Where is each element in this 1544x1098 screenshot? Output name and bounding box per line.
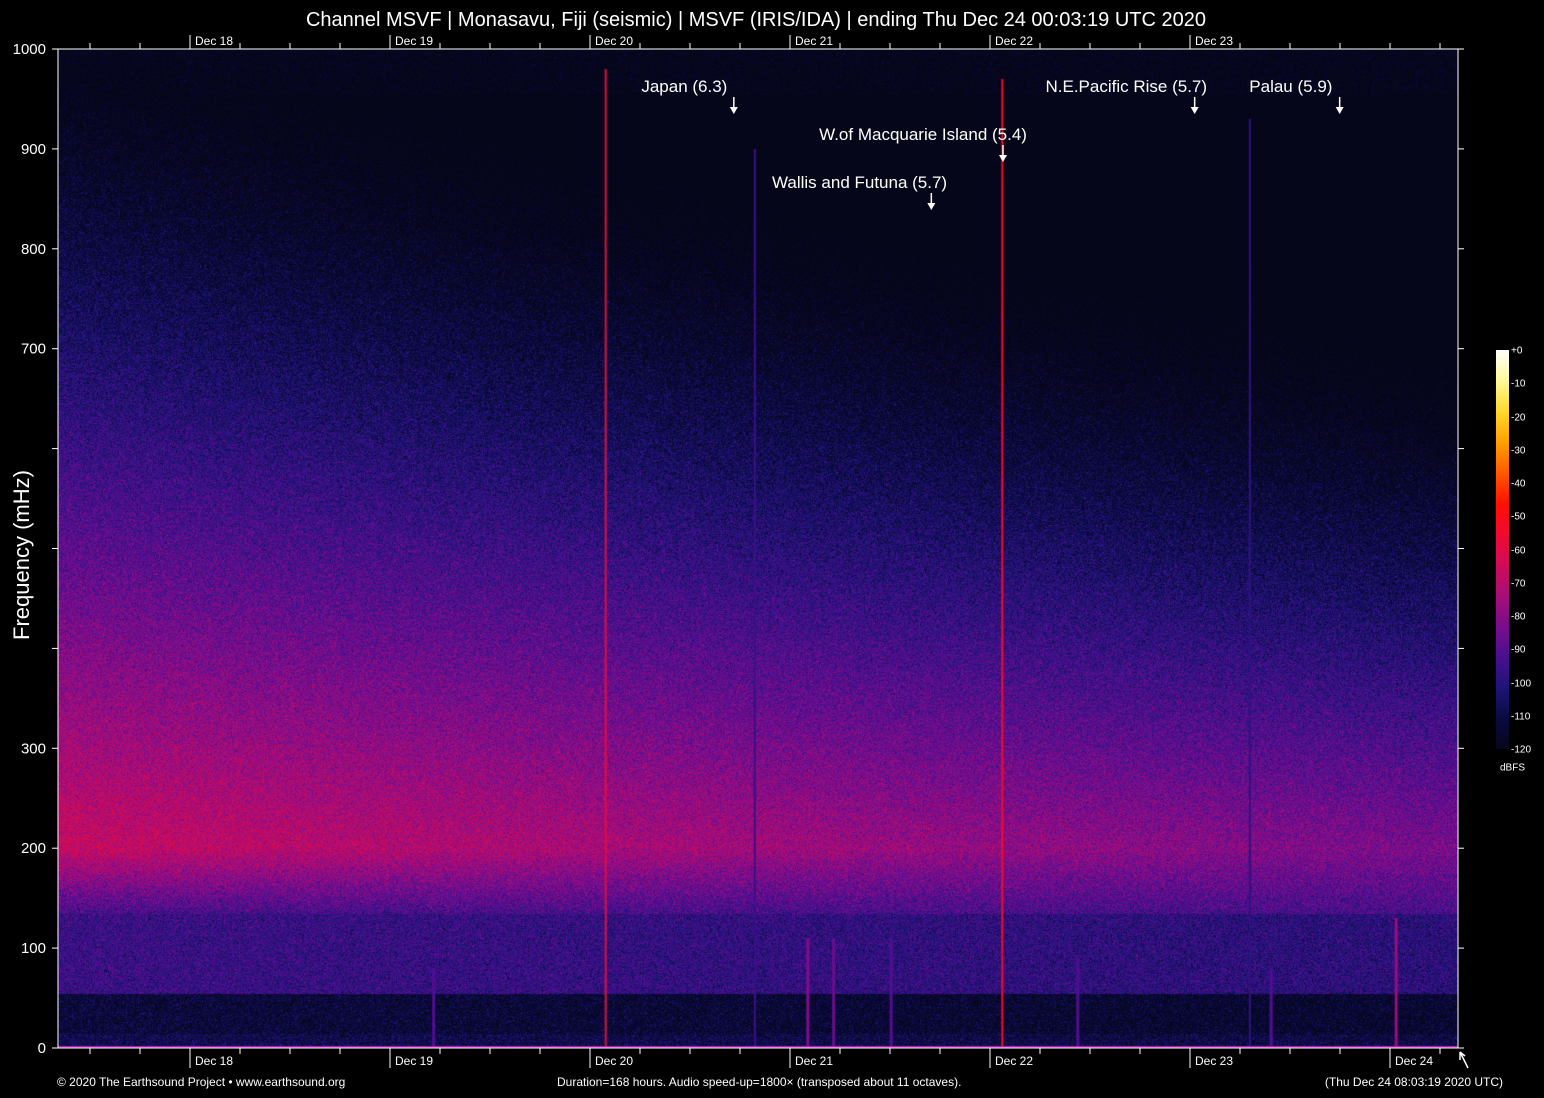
x-top-tick-label: Dec 19: [395, 34, 433, 48]
y-tick-label: 700: [21, 341, 46, 358]
colorbar-tick-label: -90: [1511, 645, 1525, 656]
x-tick-label: Dec 22: [995, 1054, 1033, 1068]
y-tick-label: 1000: [13, 41, 46, 58]
colorbar-tick-label: -50: [1511, 512, 1525, 523]
colorbar-tick-label: -70: [1511, 578, 1525, 589]
plot-frame: [58, 49, 1458, 1048]
axes: 0 100 200 300 700 800 900 1000 Dec 18 Dec 18 Dec 1…: [0, 0, 1544, 1098]
y-tick-label: 300: [21, 740, 46, 757]
annotation-label: W.of Macquarie Island (5.4): [819, 125, 1027, 145]
colorbar-tick-label: -60: [1511, 545, 1525, 556]
colorbar-tick-label: -40: [1511, 479, 1525, 490]
x-top-tick-label: Dec 21: [795, 34, 833, 48]
annotation-arrow-icon: [999, 155, 1007, 162]
x-tick-label: Dec 21: [795, 1054, 833, 1068]
annotation-label: N.E.Pacific Rise (5.7): [1045, 77, 1207, 97]
annotation-arrow-icon: [1336, 107, 1344, 114]
x-tick-label: Dec 24: [1395, 1054, 1433, 1068]
x-top-tick-label: Dec 22: [995, 34, 1033, 48]
annotation-label: Palau (5.9): [1249, 77, 1332, 97]
x-tick-label: Dec 18: [195, 1054, 233, 1068]
y-tick-label: 800: [21, 241, 46, 258]
colorbar-tick-label: -110: [1511, 711, 1530, 722]
footer-copyright: © 2020 The Earthsound Project • www.eart…: [57, 1075, 345, 1089]
colorbar-tick-label: -80: [1511, 612, 1525, 623]
footer-timestamp: (Thu Dec 24 08:03:19 2020 UTC): [1325, 1075, 1503, 1089]
x-tick-label: Dec 19: [395, 1054, 433, 1068]
y-tick-label: 0: [38, 1040, 46, 1057]
y-tick-label: 900: [21, 141, 46, 158]
colorbar-tick-label: -30: [1511, 445, 1525, 456]
colorbar-tick-label: +0: [1511, 346, 1522, 357]
colorbar-tick-label: -100: [1511, 678, 1531, 689]
annotation-arrow-icon: [927, 203, 935, 210]
x-tick-label: Dec 20: [595, 1054, 633, 1068]
annotation-arrow-icon: [730, 107, 738, 114]
annotation-label: Japan (6.3): [641, 77, 727, 97]
footer-duration: Duration=168 hours. Audio speed-up=1800×…: [557, 1075, 961, 1089]
y-tick-label: 200: [21, 840, 46, 857]
colorbar-tick-label: -120: [1511, 745, 1531, 756]
x-tick-label: Dec 23: [1195, 1054, 1233, 1068]
annotation-label: Wallis and Futuna (5.7): [772, 173, 947, 193]
annotation-arrow-icon: [1191, 107, 1199, 114]
end-marker-icon: [1460, 1052, 1468, 1068]
colorbar-tick-label: -20: [1511, 412, 1525, 423]
x-top-tick-label: Dec 20: [595, 34, 633, 48]
colorbar-tick-label: -10: [1511, 379, 1525, 390]
x-top-tick-label: Dec 18: [195, 34, 233, 48]
y-tick-label: 100: [21, 940, 46, 957]
x-top-tick-label: Dec 23: [1195, 34, 1233, 48]
y-axis-label: Frequency (mHz): [9, 470, 35, 640]
colorbar: [1496, 350, 1509, 749]
colorbar-label: dBFS: [1500, 763, 1525, 774]
